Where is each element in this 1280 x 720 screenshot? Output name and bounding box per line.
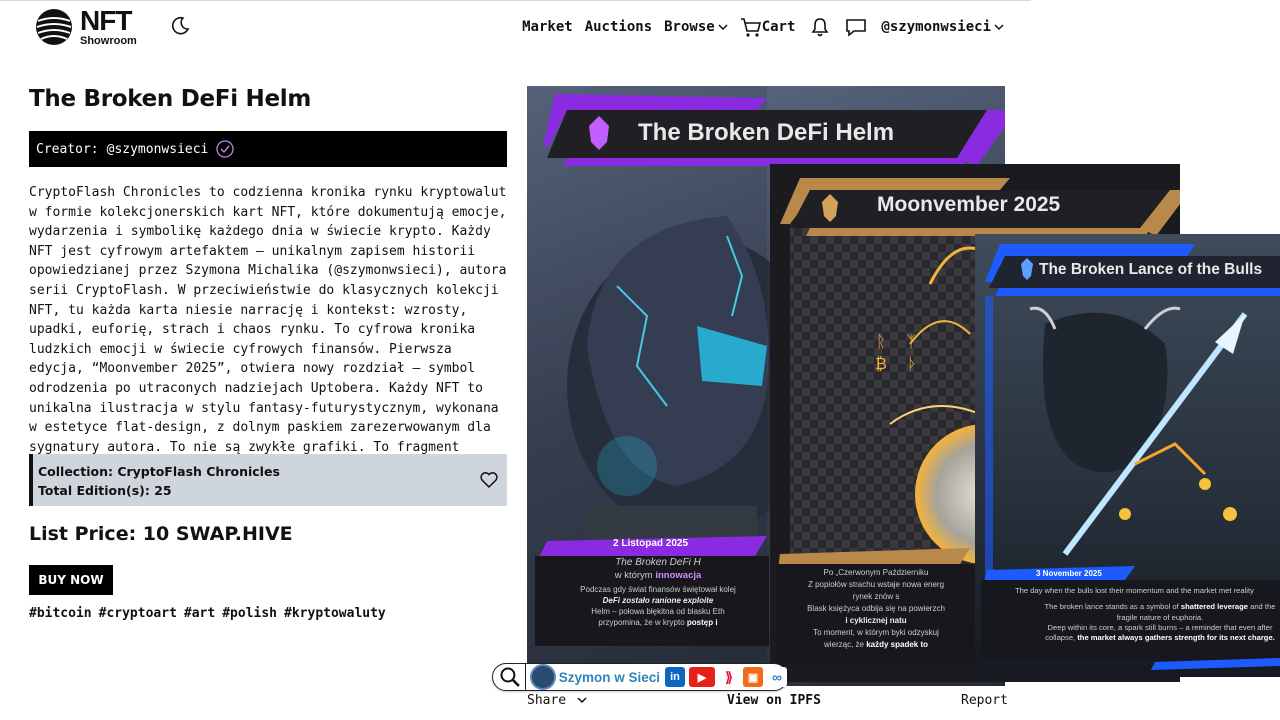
card3-title: The Broken Lance of the Bulls <box>1039 261 1263 278</box>
tag-link[interactable]: #polish <box>222 606 277 621</box>
card1-line: Helm – połowa błękitna od blasku Eth <box>591 606 725 616</box>
card2-caption: Po „Czerwonym Październiku Z popiołów st… <box>776 567 976 651</box>
nav-market[interactable]: Market <box>522 19 573 35</box>
tag-link[interactable]: #bitcoin <box>29 606 92 621</box>
card1-date: 2 Listopad 2025 <box>613 538 689 549</box>
card1-line: The Broken DeFi H <box>615 557 701 568</box>
profile-name[interactable]: Szymon w Sieci <box>559 670 660 685</box>
view-on-ipfs-link[interactable]: View on IPFS <box>727 693 821 708</box>
youtube-icon[interactable]: ▶ <box>689 667 716 687</box>
card3-line: The day when the bulls lost their moment… <box>1015 586 1254 595</box>
cart-icon <box>740 18 761 37</box>
card2-line: i cyklicznej natu <box>845 616 907 625</box>
chevron-down-icon <box>577 697 587 704</box>
report-link[interactable]: Report <box>961 693 1008 708</box>
card2-line: wierząc, że każdy spadek to <box>823 640 929 649</box>
card2-line: Blask księżyca odbija się na powierzch <box>807 604 945 613</box>
share-label: Share <box>527 693 567 708</box>
chat-icon[interactable] <box>845 16 867 38</box>
avatar[interactable] <box>529 664 556 690</box>
logo-title: NFT <box>80 5 132 36</box>
chevron-down-icon <box>718 24 728 31</box>
moon-icon[interactable] <box>170 16 190 36</box>
card1-line: w którym innowacja <box>614 569 702 581</box>
bell-icon[interactable] <box>809 16 831 38</box>
tag-link[interactable]: #kryptowaluty <box>284 606 386 621</box>
hive-icon[interactable]: ⟫ <box>719 667 740 687</box>
logo-globe-icon <box>36 9 72 45</box>
divider <box>524 664 526 690</box>
card1-caption: The Broken DeFi H w którym innowacja Pod… <box>547 556 769 629</box>
nav-auctions[interactable]: Auctions <box>585 19 652 35</box>
tag-link[interactable]: #cryptoart <box>99 606 177 621</box>
nav-browse[interactable]: Browse <box>664 19 728 35</box>
card3-line: fragile nature of euphoria. <box>1116 612 1204 622</box>
site-logo[interactable]: NFT Showroom <box>34 6 146 48</box>
nft-artwork[interactable]: The Broken DeFi Helm 2 Listopad 2025 The… <box>527 86 1280 686</box>
card3-caption: The day when the bulls lost their moment… <box>1015 586 1280 643</box>
nft-title: The Broken DeFi Helm <box>29 86 311 112</box>
verified-icon <box>216 140 235 158</box>
chevron-down-icon <box>994 24 1004 31</box>
card3-line: The broken lance stands as a symbol of s… <box>1044 602 1276 612</box>
card1-line: Podczas gdy świat finansów świętował kol… <box>580 585 736 595</box>
top-border <box>0 0 1031 1</box>
magnifier-icon[interactable] <box>499 666 521 688</box>
main-nav: Market Auctions Browse Cart @szymonwsiec… <box>522 14 1004 40</box>
card2-line: To moment, w którym byki odzyskuj <box>813 628 939 637</box>
buy-now-button[interactable]: BUY NOW <box>29 565 113 595</box>
creator-label: Creator: <box>36 141 99 157</box>
card3-line: collapse, the market always gathers stre… <box>1045 633 1275 642</box>
card2-glyphs: ᚱ ᛉ ₿ ᚦ <box>875 334 925 373</box>
card1-title: The Broken DeFi Helm <box>638 119 895 146</box>
total-editions: Total Edition(s): 25 <box>38 483 172 498</box>
creator-link[interactable]: @szymonwsieci <box>107 142 209 157</box>
linkedin-icon[interactable]: in <box>665 667 686 687</box>
tag-link[interactable]: #art <box>184 606 215 621</box>
bookmark-icon[interactable]: ▣ <box>743 667 764 687</box>
card2-line: Po „Czerwonym Październiku <box>823 568 929 577</box>
nav-cart-label: Cart <box>761 19 796 35</box>
list-price: List Price: 10 SWAP.HIVE <box>29 523 293 545</box>
creator-bar: Creator: @szymonwsieci <box>29 131 507 167</box>
link-icon[interactable]: ∞ <box>767 667 788 687</box>
nav-user-label: @szymonwsieci <box>881 19 991 35</box>
social-bar: Szymon w Sieci in ▶ ⟫ ▣ ∞ <box>492 663 788 691</box>
nft-description: CryptoFlash Chronicles to codzienna kron… <box>29 185 507 474</box>
tag-list: #bitcoin #cryptoart #art #polish #krypto… <box>29 606 386 621</box>
nav-cart[interactable]: Cart <box>740 16 796 38</box>
card1-line: przypomina, że w krypto postęp i <box>598 617 718 627</box>
card2-title: Moonvember 2025 <box>877 193 1061 216</box>
card3-line: Deep within its core, a spark still burn… <box>1047 622 1273 632</box>
heart-icon[interactable] <box>479 470 499 490</box>
logo-subtitle: Showroom <box>80 35 137 47</box>
card2-line: Z popiołów strachu wstaje nowa energ <box>807 580 945 589</box>
card2-line: rynek znów s <box>852 592 900 601</box>
collection-name: Collection: CryptoFlash Chronicles <box>38 464 280 479</box>
collection-box: Collection: CryptoFlash Chronicles Total… <box>29 454 507 506</box>
card-broken-lance: The Broken Lance of the Bulls 3 November… <box>975 234 1280 677</box>
card1-line: DeFi zostało ranione exploite <box>602 596 714 606</box>
social-icons: in ▶ ⟫ ▣ ∞ <box>665 667 788 687</box>
nav-browse-label: Browse <box>664 19 715 35</box>
share-menu[interactable]: Share <box>527 693 587 708</box>
card3-date: 3 November 2025 <box>1036 569 1102 578</box>
nav-user-menu[interactable]: @szymonwsieci <box>881 19 1004 35</box>
